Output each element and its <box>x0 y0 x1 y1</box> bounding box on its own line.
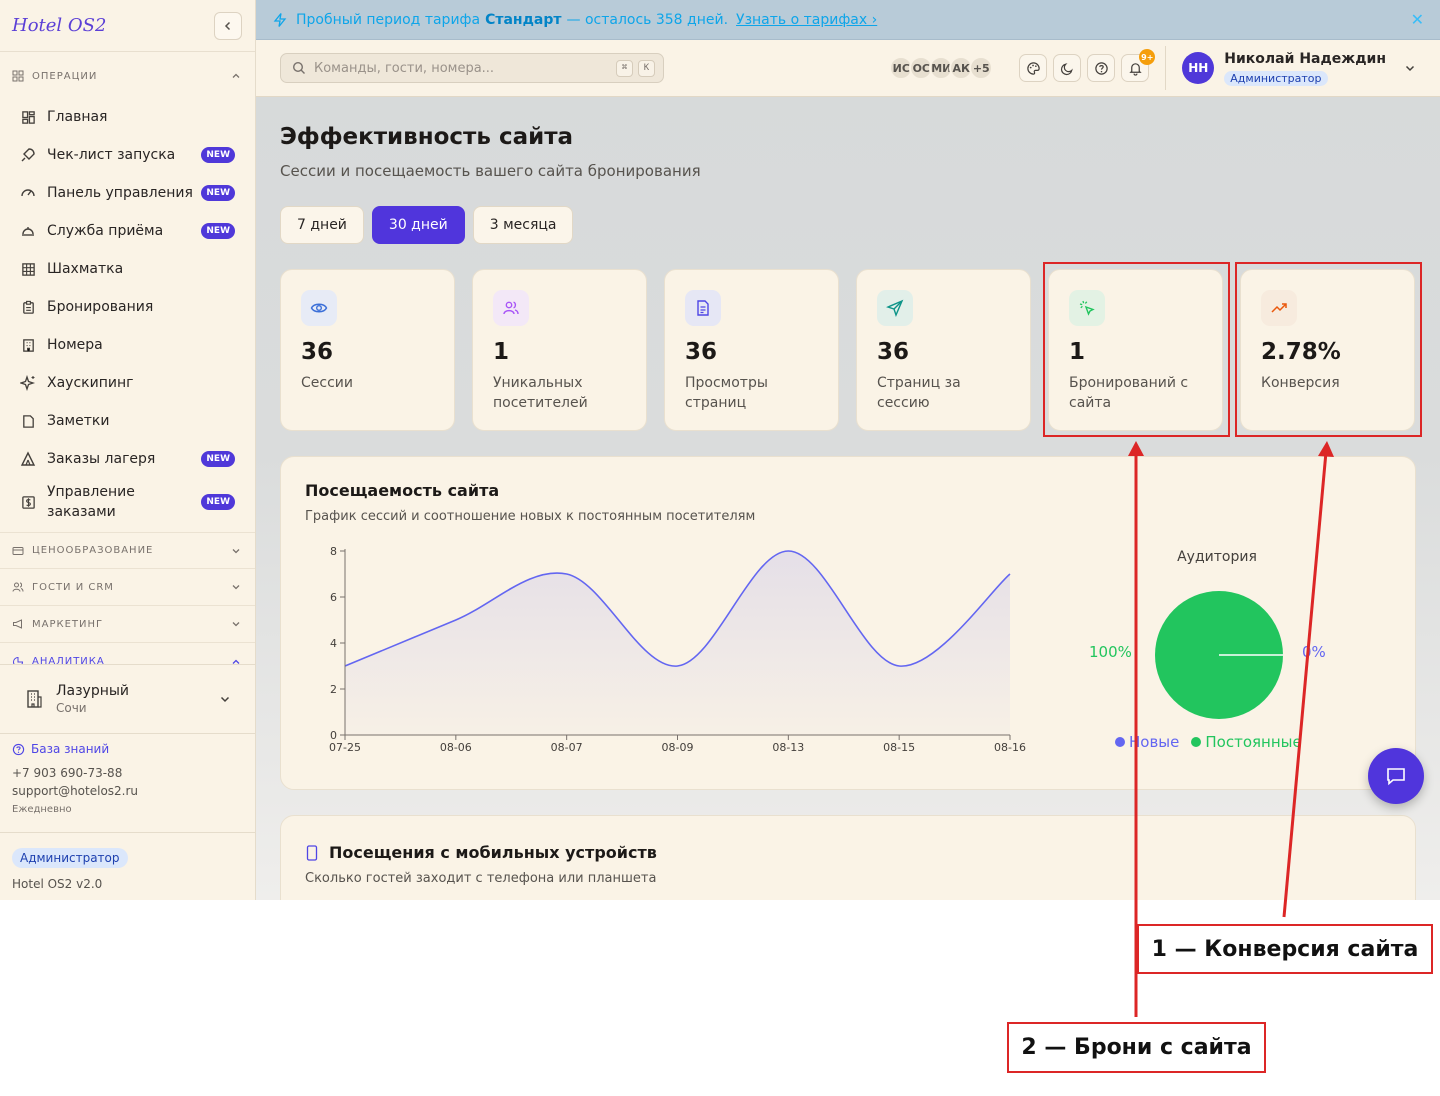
arrowhead-bookings <box>1128 441 1144 456</box>
arrowhead-conversion <box>1318 441 1334 457</box>
arrow-conversion <box>1282 451 1328 918</box>
callout-conversion: 1 — Конверсия сайта <box>1137 924 1433 974</box>
callout-bookings: 2 — Брони с сайта <box>1007 1022 1266 1073</box>
